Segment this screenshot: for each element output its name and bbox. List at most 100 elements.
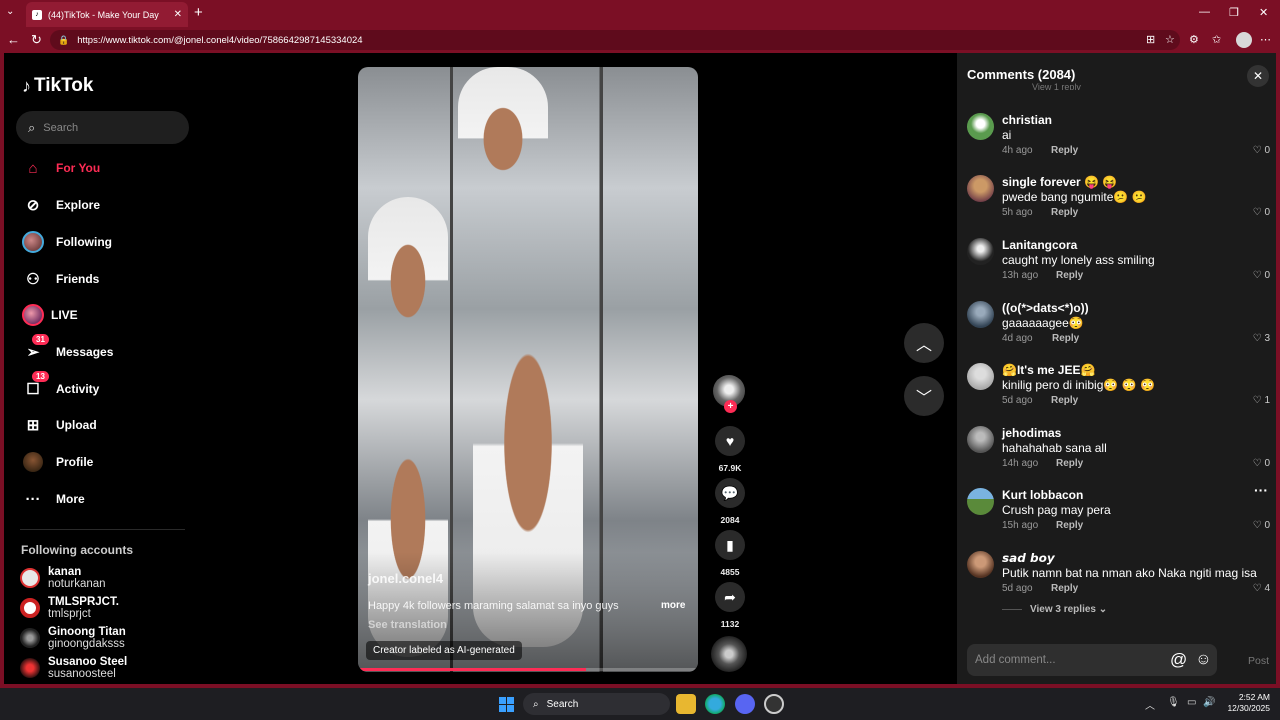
close-comments-button[interactable]: ✕ (1247, 65, 1269, 87)
heart-icon[interactable]: ♥ (715, 426, 745, 456)
tab-list-icon[interactable]: ⌄ (6, 6, 14, 17)
comment-like[interactable]: ♡ 0 (1253, 458, 1270, 469)
comment-like[interactable]: ♡ 0 (1253, 270, 1270, 281)
following-account-item[interactable]: Ginoong Titan ginoongdaksss (20, 624, 190, 652)
network-icon[interactable]: ▭ (1187, 697, 1196, 708)
new-tab-icon[interactable]: + (194, 4, 203, 21)
bookmark-icon[interactable]: ▮ (715, 530, 745, 560)
video-progress-bar[interactable] (358, 668, 698, 671)
comment-like[interactable]: ♡ 0 (1253, 145, 1270, 156)
comment-user[interactable]: 𝙨𝙖𝙙 𝙗𝙤𝙮 (1002, 551, 1055, 565)
following-account-item[interactable]: kanan noturkanan (20, 564, 190, 592)
see-translation-link[interactable]: See translation (368, 619, 447, 631)
reply-button[interactable]: Reply (1056, 458, 1083, 469)
comment-input-box[interactable]: @ ☺ (967, 644, 1217, 676)
search-input[interactable] (43, 121, 164, 134)
sidebar-item-for-you[interactable]: ⌂ For You (20, 153, 190, 183)
more-options-icon[interactable]: ··· (1254, 482, 1268, 498)
mention-icon[interactable]: @ (1170, 650, 1187, 670)
reply-button[interactable]: Reply (1056, 520, 1083, 531)
comment-user[interactable]: jehodimas (1002, 426, 1061, 440)
comment-user[interactable]: Kurt lobbacon (1002, 488, 1083, 502)
follow-plus-icon[interactable]: + (724, 400, 737, 413)
avatar[interactable] (967, 426, 994, 453)
post-button[interactable]: Post (1248, 655, 1269, 667)
close-window-icon[interactable]: ✕ (1259, 6, 1268, 19)
share-icon[interactable]: ➦ (715, 582, 745, 612)
following-account-item[interactable]: TMLSPRJCT. tmlsprjct (20, 594, 190, 622)
comment-action[interactable]: 💬 2084 (712, 478, 748, 525)
comment-like[interactable]: ♡ 4 (1253, 583, 1270, 594)
taskbar-search[interactable]: ⌕ Search (523, 693, 670, 715)
menu-dots-icon[interactable]: ⋯ (1260, 33, 1271, 46)
tiktok-logo[interactable]: ♪ TikTok (22, 75, 93, 97)
back-icon[interactable]: ← (7, 32, 20, 47)
close-tab-icon[interactable]: ✕ (174, 9, 182, 20)
microphone-icon[interactable]: 🎙 (1167, 697, 1180, 708)
comment-user[interactable]: ((o(*>dats<*)o)) (1002, 301, 1089, 315)
caption-more-button[interactable]: more (661, 600, 685, 611)
tray-chevron-up-icon[interactable]: ︿ (1145, 697, 1155, 712)
reply-button[interactable]: Reply (1051, 583, 1078, 594)
reply-button[interactable]: Reply (1051, 395, 1078, 406)
reply-button[interactable]: Reply (1052, 333, 1079, 344)
avatar[interactable] (967, 301, 994, 328)
view-replies-button[interactable]: View 3 replies ⌄ (1002, 604, 1107, 615)
avatar[interactable] (967, 363, 994, 390)
sidebar-item-following[interactable]: Following (20, 227, 190, 257)
comment-user[interactable]: single forever 😝 😝 (1002, 175, 1117, 189)
share-action[interactable]: ➦ 1132 (712, 582, 748, 629)
file-explorer-icon[interactable] (676, 694, 696, 714)
search-box[interactable]: ⌕ (16, 111, 189, 144)
sidebar-item-explore[interactable]: ⊘ Explore (20, 190, 190, 220)
avatar[interactable] (967, 113, 994, 140)
reply-button[interactable]: Reply (1056, 270, 1083, 281)
sidebar-item-activity[interactable]: ☐ 13 Activity (20, 371, 190, 404)
discord-icon[interactable] (735, 694, 755, 714)
address-bar[interactable]: 🔒 https://www.tiktok.com/@jonel.conel4/v… (50, 30, 1180, 50)
comment-user[interactable]: christian (1002, 113, 1052, 127)
favorites-icon[interactable]: ✩ (1212, 33, 1221, 46)
favorite-star-icon[interactable]: ☆ (1165, 33, 1175, 46)
comment-input[interactable] (975, 654, 1170, 666)
comment-like[interactable]: ♡ 0 (1253, 207, 1270, 218)
avatar[interactable] (967, 551, 994, 578)
sidebar-item-live[interactable]: LIVE (20, 300, 190, 330)
cut-off-view-reply[interactable]: View 1 reply (1032, 82, 1081, 90)
music-disc-icon[interactable] (711, 636, 747, 672)
comment-user[interactable]: 🤗It's me JEE🤗 (1002, 363, 1095, 377)
extension-icon[interactable]: ⚙ (1189, 33, 1199, 46)
sidebar-item-messages[interactable]: ➢ 31 Messages (20, 334, 190, 367)
reply-button[interactable]: Reply (1051, 145, 1078, 156)
next-video-button[interactable]: ﹀ (904, 376, 944, 416)
sidebar-item-upload[interactable]: ⊞ Upload (20, 410, 190, 440)
refresh-icon[interactable]: ↻ (31, 32, 42, 48)
avatar[interactable] (967, 238, 994, 265)
emoji-icon[interactable]: ☺ (1195, 651, 1211, 669)
save-action[interactable]: ▮ 4855 (712, 530, 748, 577)
sidebar-item-more[interactable]: ··· More (20, 484, 190, 514)
avatar[interactable] (967, 488, 994, 515)
lock-icon[interactable]: 🔒 (58, 35, 69, 46)
following-account-item[interactable]: Susanoo Steel susanoosteel (20, 654, 190, 682)
like-action[interactable]: ♥ 67.9K (712, 426, 748, 473)
app-install-icon[interactable]: ⊞ (1146, 33, 1155, 46)
previous-video-button[interactable]: ︿ (904, 323, 944, 363)
browser-profile-avatar[interactable] (1236, 32, 1252, 48)
comment-like[interactable]: ♡ 1 (1253, 395, 1270, 406)
edge-browser-icon[interactable] (705, 694, 725, 714)
comment-like[interactable]: ♡ 0 (1253, 520, 1270, 531)
restore-icon[interactable]: ❐ (1229, 6, 1239, 19)
comment-like[interactable]: ♡ 3 (1253, 333, 1270, 344)
settings-app-icon[interactable] (764, 694, 784, 714)
windows-start-icon[interactable] (499, 697, 514, 712)
video-player[interactable]: jonel.conel4 Happy 4k followers maraming… (358, 67, 698, 672)
minimize-icon[interactable]: — (1199, 6, 1210, 18)
system-clock[interactable]: 2:52 AM 12/30/2025 (1222, 692, 1270, 714)
sidebar-item-friends[interactable]: ⚇ Friends (20, 264, 190, 294)
comment-icon[interactable]: 💬 (715, 478, 745, 508)
reply-button[interactable]: Reply (1051, 207, 1078, 218)
volume-icon[interactable]: 🔊 (1203, 697, 1215, 708)
comment-user[interactable]: Lanitangcora (1002, 238, 1077, 252)
avatar[interactable] (967, 175, 994, 202)
